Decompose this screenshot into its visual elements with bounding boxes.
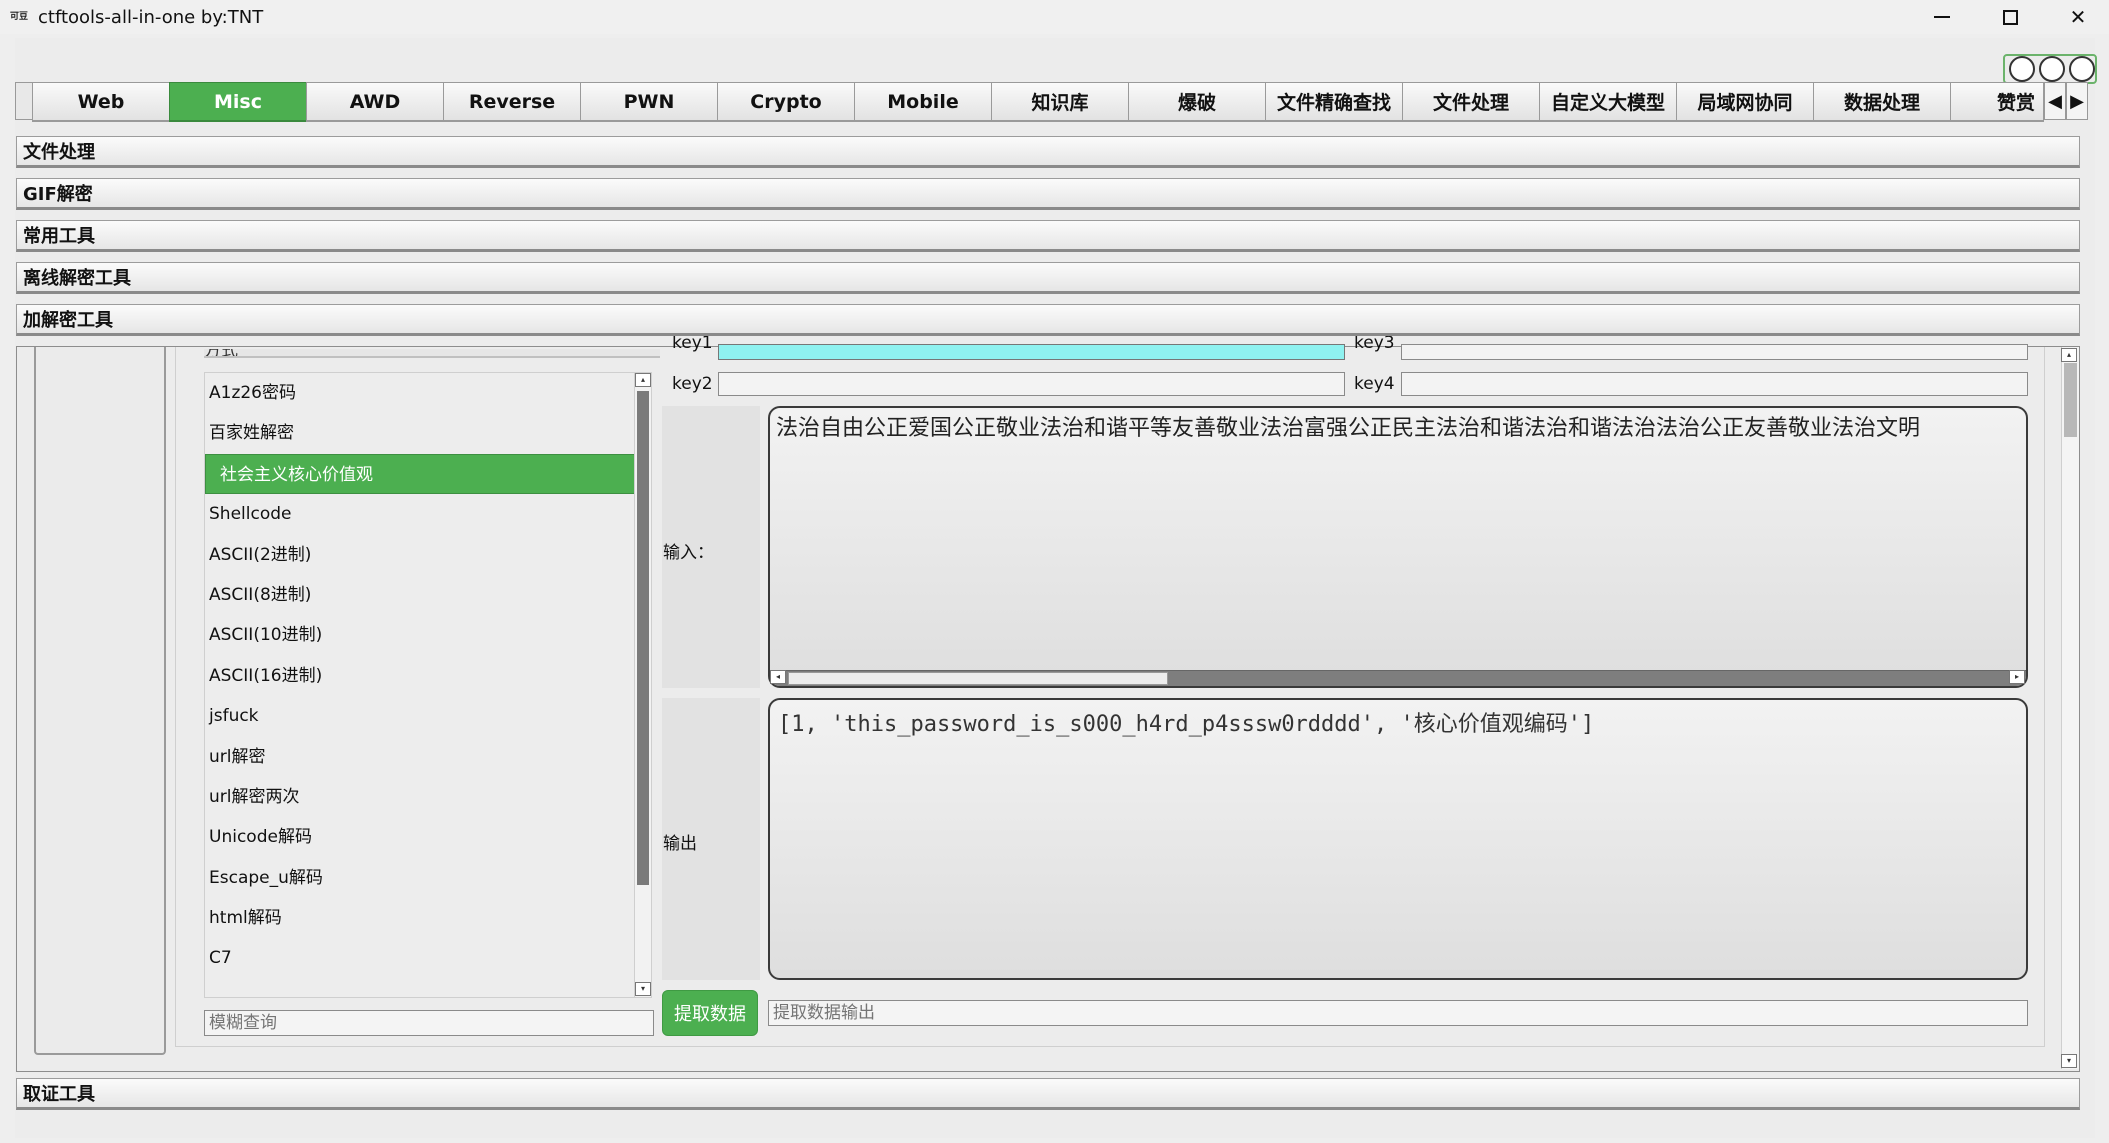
tab-knowledge-base[interactable]: 知识库 (991, 82, 1129, 122)
title-bar: 可豆 ctftools-all-in-one by:TNT ✕ (0, 0, 2109, 34)
close-button[interactable]: ✕ (2048, 0, 2108, 34)
maximize-button[interactable] (1980, 0, 2040, 34)
tab-scroll-right-icon[interactable]: ▶ (2066, 82, 2088, 120)
tab-misc[interactable]: Misc (169, 82, 307, 122)
method-label: 方式 (204, 349, 660, 358)
tab-file-search[interactable]: 文件精确查找 (1265, 82, 1403, 122)
tab-crypto[interactable]: Crypto (717, 82, 855, 122)
tab-file-processing[interactable]: 文件处理 (1402, 82, 1540, 122)
method-list-scroll-up-icon[interactable]: ▴ (635, 373, 651, 387)
list-item[interactable]: url解密两次 (205, 777, 650, 817)
main-tabbar: Web Misc AWD Reverse PWN Crypto Mobile 知… (15, 82, 2095, 122)
panel-sidebar (34, 347, 166, 1055)
search-input[interactable] (204, 1010, 654, 1036)
list-item-selected[interactable]: 社会主义核心价值观 (205, 453, 650, 495)
tab-custom-llm[interactable]: 自定义大模型 (1539, 82, 1677, 122)
minimize-icon (1934, 16, 1950, 18)
window-title: ctftools-all-in-one by:TNT (38, 6, 264, 28)
section-file-processing[interactable]: 文件处理 (16, 136, 2080, 168)
app-icon: 可豆 (10, 12, 29, 22)
tab-bruteforce[interactable]: 爆破 (1128, 82, 1266, 122)
list-item[interactable]: ASCII(10进制) (205, 615, 650, 655)
key4-field[interactable] (1401, 372, 2028, 396)
key2-field[interactable] (718, 372, 1345, 396)
list-item[interactable]: jsfuck (205, 696, 650, 736)
input-text: 法治自由公正爱国公正敬业法治和谐平等友善敬业法治富强公正民主法治和谐法治和谐法治… (776, 416, 1921, 441)
section-forensics[interactable]: 取证工具 (16, 1078, 2080, 1110)
section-encrypt-decrypt[interactable]: 加解密工具 (16, 304, 2080, 336)
tab-edge-left (15, 82, 33, 120)
circle-buttons (2009, 56, 2095, 82)
circle-button-1[interactable] (2009, 56, 2035, 82)
method-list-scroll-down-icon[interactable]: ▾ (635, 982, 651, 996)
list-item[interactable]: Unicode解码 (205, 817, 650, 857)
section-gif-decrypt[interactable]: GIF解密 (16, 178, 2080, 210)
panel-scrollbar[interactable] (2061, 347, 2079, 1069)
list-item[interactable]: Escape_u解码 (205, 858, 650, 898)
list-item[interactable]: html解码 (205, 898, 650, 938)
key1-label: key1 (672, 336, 712, 353)
input-textarea[interactable]: 法治自由公正爱国公正敬业法治和谐平等友善敬业法治富强公正民主法治和谐法治和谐法治… (768, 406, 2028, 688)
panel-scroll-up-icon[interactable]: ▴ (2061, 348, 2077, 362)
list-item[interactable]: ASCII(16进制) (205, 656, 650, 696)
minimize-button[interactable] (1912, 0, 1972, 34)
tab-data-processing[interactable]: 数据处理 (1813, 82, 1951, 122)
list-item[interactable]: ASCII(8进制) (205, 575, 650, 615)
list-item[interactable]: 百家姓解密 (205, 413, 650, 453)
tab-lan-collab[interactable]: 局域网协同 (1676, 82, 1814, 122)
key1-field[interactable] (718, 344, 1345, 360)
section-offline-decrypt[interactable]: 离线解密工具 (16, 262, 2080, 294)
list-item[interactable]: C7 (205, 938, 650, 978)
key3-label: key3 (1354, 336, 1394, 353)
panel-scroll-down-icon[interactable]: ▾ (2061, 1054, 2077, 1068)
tab-pwn[interactable]: PWN (580, 82, 718, 122)
tab-awd[interactable]: AWD (306, 82, 444, 122)
output-textarea[interactable]: [1, 'this_password_is_s000_h4rd_p4sssw0r… (768, 698, 2028, 980)
key3-field[interactable] (1401, 344, 2028, 360)
output-text: [1, 'this_password_is_s000_h4rd_p4sssw0r… (778, 712, 1595, 737)
panel-scrollbar-thumb[interactable] (2064, 363, 2077, 437)
extract-output-field[interactable] (768, 1000, 2028, 1026)
circle-button-2[interactable] (2039, 56, 2065, 82)
input-scroll-left-icon[interactable]: ◂ (770, 670, 786, 684)
tab-mobile[interactable]: Mobile (854, 82, 992, 122)
circle-button-3[interactable] (2069, 56, 2095, 82)
extract-data-button[interactable]: 提取数据 (662, 990, 758, 1036)
tab-donate[interactable]: 赞赏 (1950, 82, 2044, 122)
tab-scroll-left-icon[interactable]: ◀ (2044, 82, 2066, 120)
input-hscrollbar[interactable] (770, 670, 2026, 686)
input-label: 输入： (663, 543, 714, 563)
maximize-icon (2002, 9, 2018, 25)
input-scroll-right-icon[interactable]: ▸ (2009, 670, 2025, 684)
section-common-tools[interactable]: 常用工具 (16, 220, 2080, 252)
key4-label: key4 (1354, 374, 1395, 394)
output-label: 输出 (663, 834, 697, 854)
list-item[interactable]: Shellcode (205, 494, 650, 534)
key2-label: key2 (672, 374, 713, 394)
method-list: A1z26密码 百家姓解密 社会主义核心价值观 Shellcode ASCII(… (204, 372, 651, 998)
list-item[interactable]: url解密 (205, 737, 650, 777)
tab-reverse[interactable]: Reverse (443, 82, 581, 122)
list-item[interactable]: A1z26密码 (205, 373, 650, 413)
method-list-scrollbar-thumb[interactable] (637, 391, 649, 885)
method-list-scrollbar[interactable] (634, 372, 652, 998)
list-item[interactable]: ASCII(2进制) (205, 535, 650, 575)
tab-web[interactable]: Web (32, 82, 170, 122)
input-hscrollbar-thumb[interactable] (788, 672, 1168, 685)
